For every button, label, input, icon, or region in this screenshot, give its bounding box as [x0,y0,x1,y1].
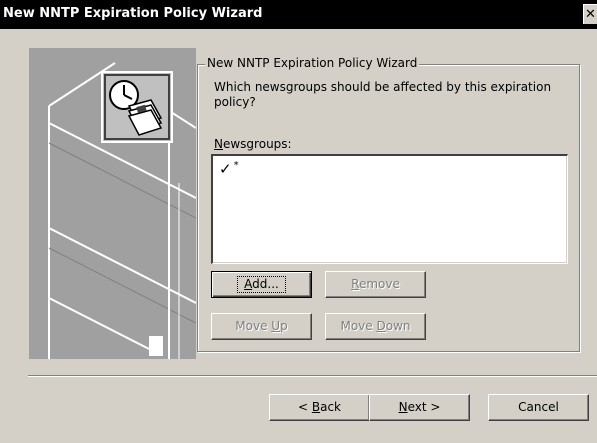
cancel-button[interactable]: Cancel [488,394,589,421]
wizard-illustration [29,48,196,359]
move-up-button[interactable]: Move Up [211,313,312,340]
title-bar[interactable]: New NNTP Expiration Policy Wizard ✕ [0,0,597,29]
wizard-window: New NNTP Expiration Policy Wizard ✕ New … [0,0,597,443]
server-tower-illustration [29,48,196,359]
window-title: New NNTP Expiration Policy Wizard [3,6,263,21]
close-icon[interactable]: ✕ [583,4,597,24]
newsgroups-listbox[interactable]: ✓ * [211,154,568,264]
groupbox-title: New NNTP Expiration Policy Wizard [205,56,420,70]
remove-button[interactable]: Remove [325,271,426,298]
add-button[interactable]: Add... [211,271,312,298]
footer-separator [28,375,597,377]
newsgroups-label: Newsgroups: [214,137,292,151]
list-item[interactable]: ✓ * [219,160,239,178]
question-text: Which newsgroups should be affected by t… [214,80,552,109]
newsgroup-pattern: * [233,160,239,171]
back-button[interactable]: < Back [269,394,370,421]
checkmark-icon: ✓ [219,160,232,178]
next-button[interactable]: Next > [369,394,470,421]
move-down-button[interactable]: Move Down [325,313,426,340]
